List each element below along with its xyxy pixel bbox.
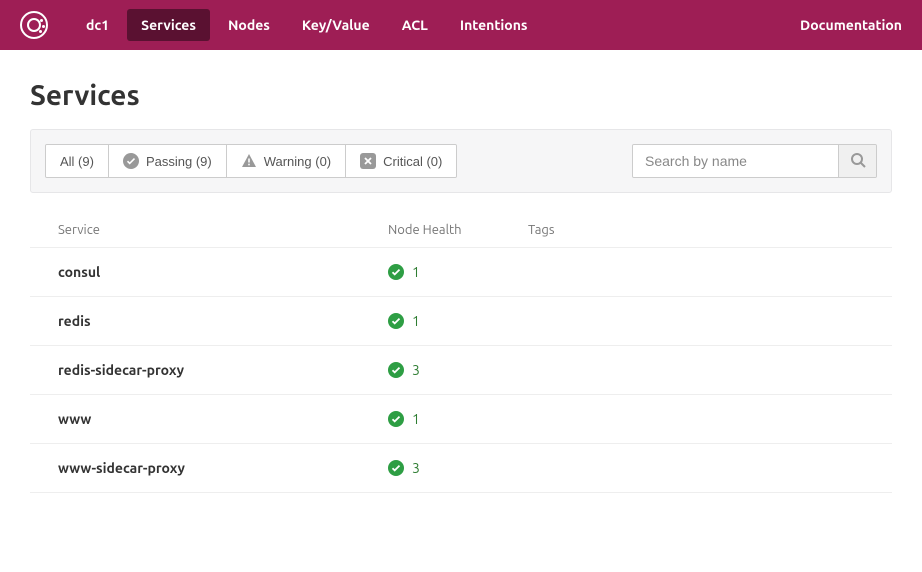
nav-acl[interactable]: ACL [388,9,442,41]
th-tags: Tags [528,223,864,237]
top-navbar: dc1 Services Nodes Key/Value ACL Intenti… [0,0,922,50]
health-count: 1 [412,411,420,427]
health-count: 3 [412,460,420,476]
node-health: 3 [388,362,528,378]
filter-bar: All (9) Passing (9) Warning (0) Critical… [30,129,892,193]
filter-warning[interactable]: Warning (0) [227,145,346,177]
filter-critical-label: Critical (0) [383,154,442,169]
nav-links: dc1 Services Nodes Key/Value ACL Intenti… [72,9,800,41]
check-circle-icon [388,460,404,476]
search-wrap [632,144,877,178]
health-count: 1 [412,313,420,329]
nav-services[interactable]: Services [127,9,210,41]
service-name: www-sidecar-proxy [58,460,388,476]
check-circle-icon [388,362,404,378]
service-name: redis-sidecar-proxy [58,362,388,378]
health-count: 1 [412,264,420,280]
check-circle-icon [123,153,139,169]
nav-datacenter[interactable]: dc1 [72,9,123,41]
nav-intentions[interactable]: Intentions [446,9,542,41]
filter-warning-label: Warning (0) [264,154,331,169]
table-row[interactable]: redis-sidecar-proxy 3 [30,346,892,395]
page-title: Services [30,80,892,111]
filter-critical[interactable]: Critical (0) [346,145,456,177]
health-count: 3 [412,362,420,378]
th-service: Service [58,223,388,237]
filter-group: All (9) Passing (9) Warning (0) Critical… [45,144,457,178]
filter-all-label: All (9) [60,154,94,169]
table-header: Service Node Health Tags [30,213,892,248]
service-name: www [58,411,388,427]
service-name: redis [58,313,388,329]
warning-triangle-icon [241,153,257,169]
table-row[interactable]: redis 1 [30,297,892,346]
search-button[interactable] [838,145,876,177]
table-row[interactable]: consul 1 [30,248,892,297]
table-row[interactable]: www 1 [30,395,892,444]
nav-nodes[interactable]: Nodes [214,9,284,41]
nav-documentation[interactable]: Documentation [800,17,902,33]
table-body: consul1redis1redis-sidecar-proxy3www1www… [30,248,892,493]
service-name: consul [58,264,388,280]
filter-all[interactable]: All (9) [46,145,109,177]
close-square-icon [360,153,376,169]
node-health: 3 [388,460,528,476]
check-circle-icon [388,313,404,329]
consul-logo-icon [20,11,48,39]
filter-passing[interactable]: Passing (9) [109,145,227,177]
table-row[interactable]: www-sidecar-proxy 3 [30,444,892,493]
filter-passing-label: Passing (9) [146,154,212,169]
search-input[interactable] [633,145,838,177]
search-icon [850,152,866,171]
th-health: Node Health [388,223,528,237]
node-health: 1 [388,313,528,329]
services-table: Service Node Health Tags consul1redis1re… [30,213,892,493]
node-health: 1 [388,264,528,280]
check-circle-icon [388,264,404,280]
nav-keyvalue[interactable]: Key/Value [288,9,384,41]
node-health: 1 [388,411,528,427]
check-circle-icon [388,411,404,427]
main-content: Services All (9) Passing (9) Warning (0) [0,50,922,523]
